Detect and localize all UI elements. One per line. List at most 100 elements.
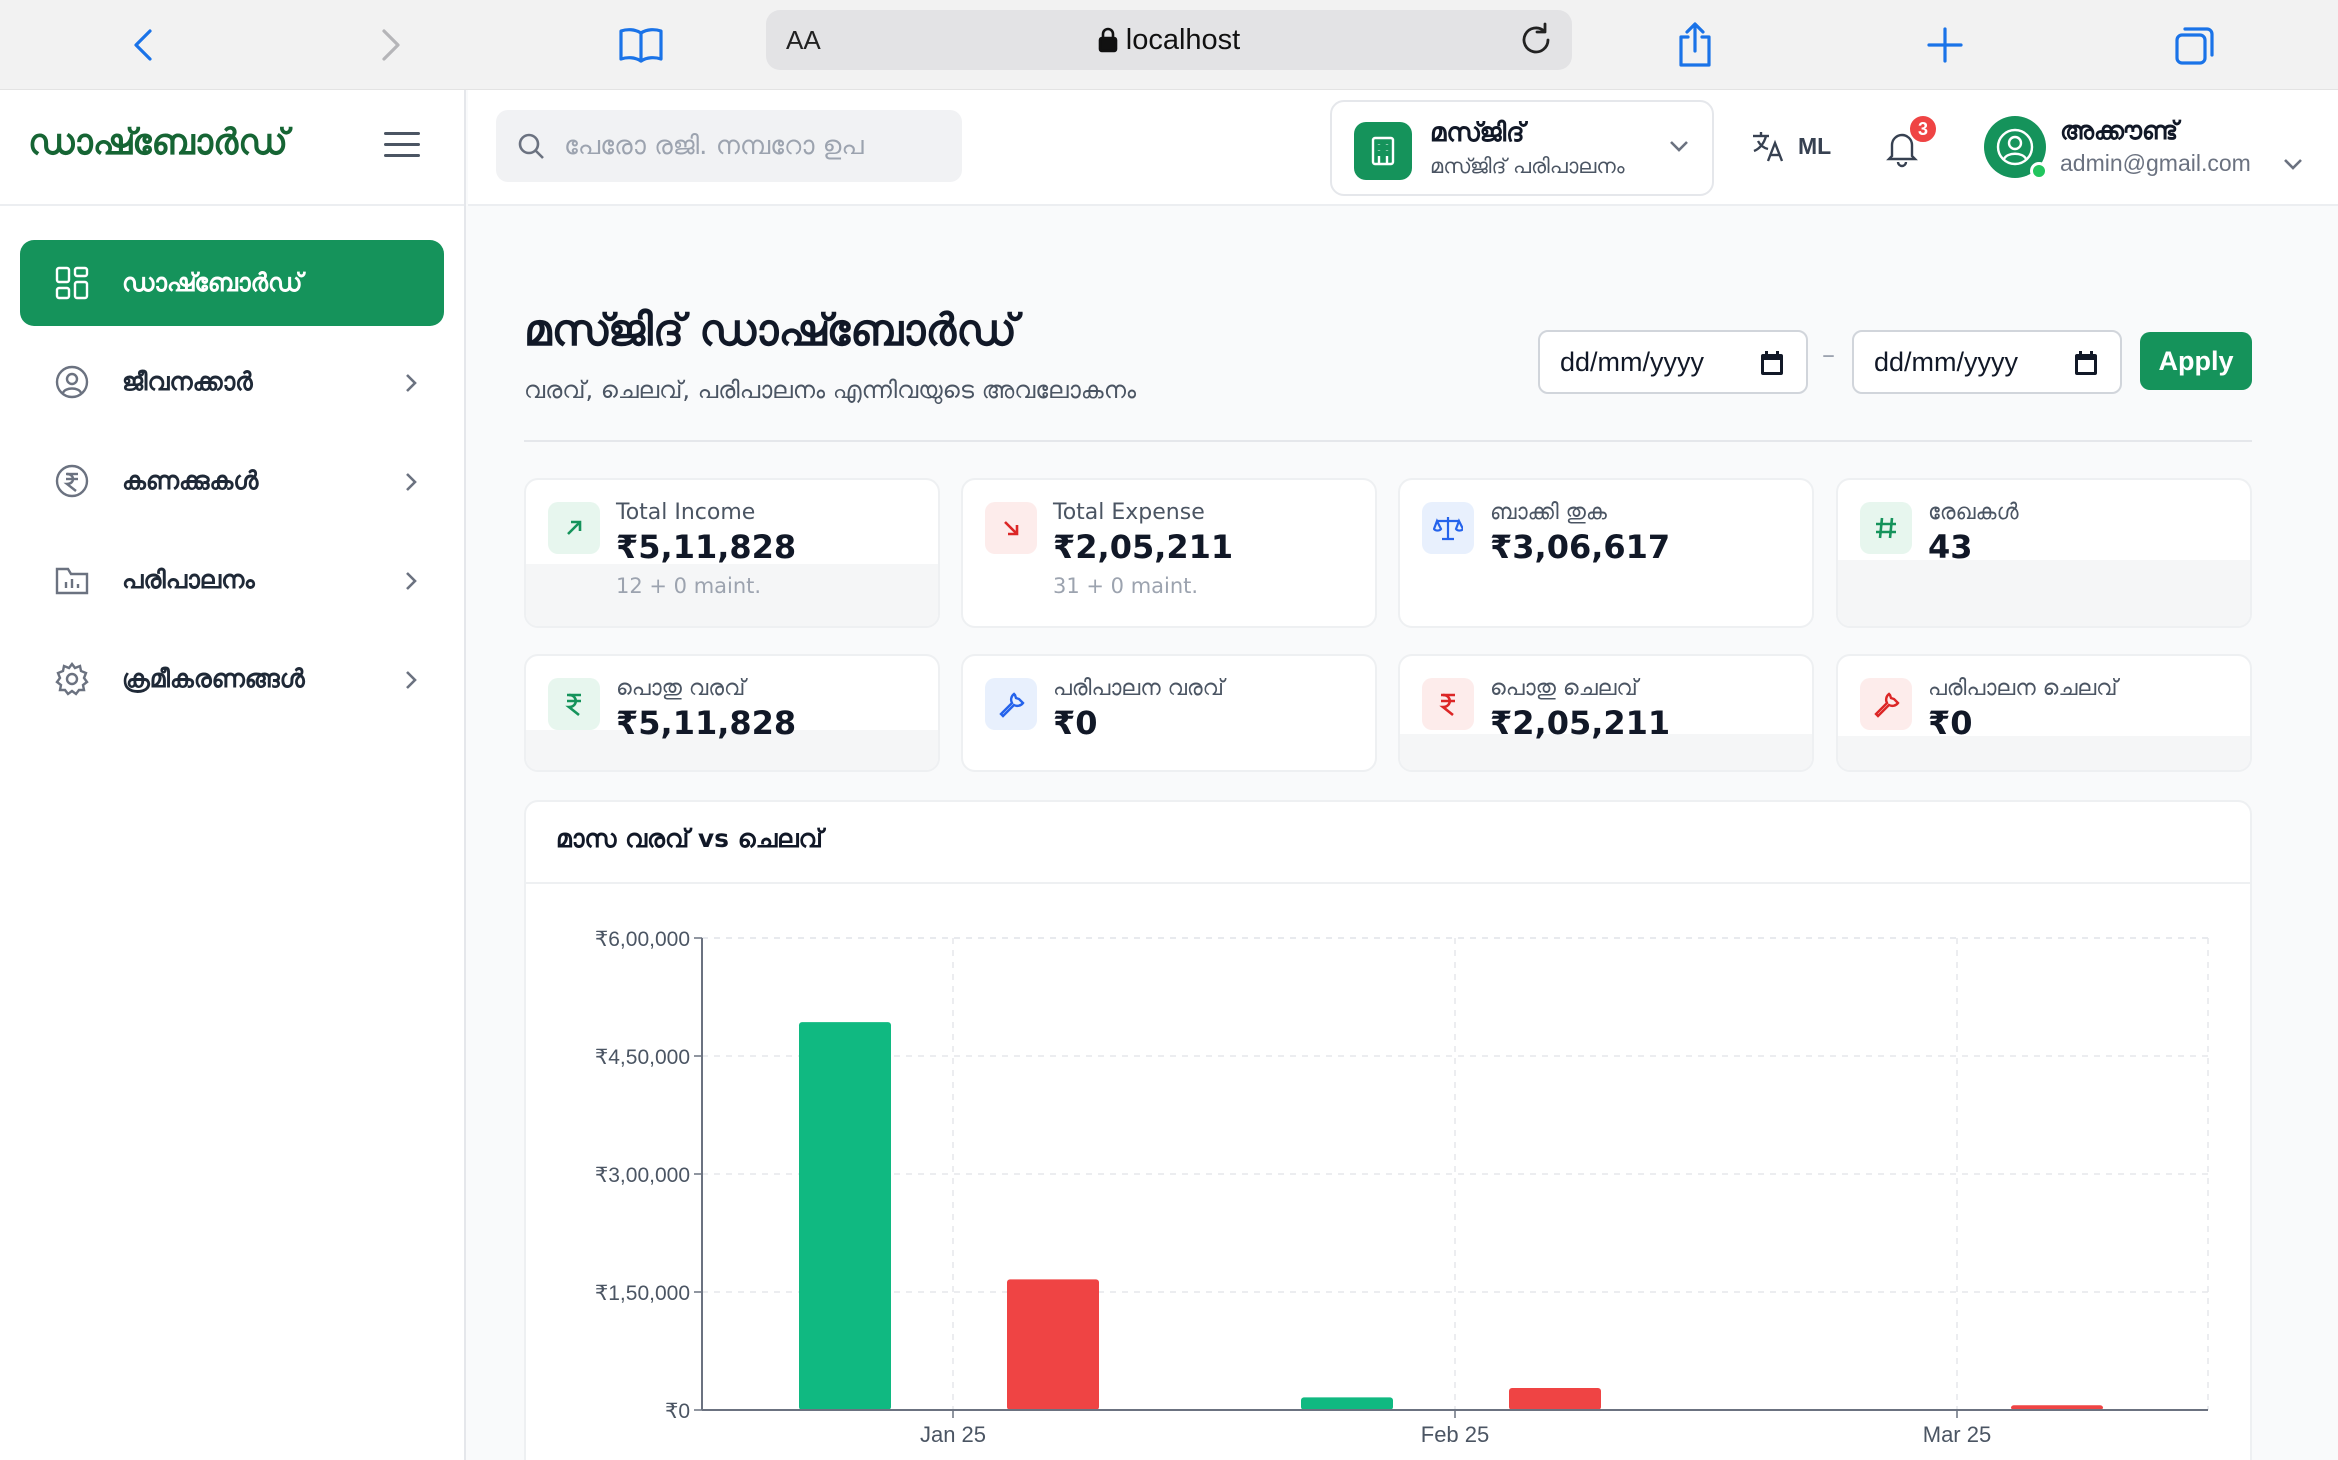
page-subtitle: വരവ്, ചെലവ്, പരിപാലനം എന്നിവയുടെ അവലോകനം <box>524 376 1137 404</box>
x-tick-label: Jan 25 <box>920 1422 986 1447</box>
building-icon <box>1354 122 1412 180</box>
sidebar-item-dashboard[interactable]: ഡാഷ്ബോർഡ് <box>20 240 444 326</box>
y-tick-label: ₹0 <box>665 1400 690 1423</box>
expense-bar <box>1007 1279 1099 1410</box>
stat-label: പരിപാലന വരവ് <box>1053 676 1224 701</box>
sidebar-item-maintenance[interactable]: പരിപാലനം <box>20 537 444 623</box>
brand-title: ഡാഷ്ബോർഡ് <box>28 122 288 163</box>
x-tick-label: Feb 25 <box>1421 1422 1490 1447</box>
stat-value: ₹5,11,828 <box>616 528 797 566</box>
stat-label: പൊതു ചെലവ് <box>1490 676 1638 701</box>
forward-icon[interactable] <box>364 18 418 72</box>
lock-icon <box>1098 27 1118 53</box>
income-bar <box>1301 1397 1393 1410</box>
sidebar-item-label: കണക്കുകൾ <box>122 466 259 495</box>
top-header: മസ്ജിദ് മസ്ജിദ് പരിപാലനം ML 3 അക്കൗണ്ട് … <box>468 90 2338 206</box>
stat-card-balance: ബാക്കി തുക ₹3,06,617 <box>1398 478 1814 628</box>
rupee-icon <box>1422 678 1474 730</box>
sidebar-item-label: ജീവനക്കാർ <box>122 367 253 396</box>
stat-note: 31 + 0 maint. <box>1053 574 1199 598</box>
language-code: ML <box>1798 132 1832 159</box>
sidebar-item-settings[interactable]: ക്രമീകരണങ്ങൾ <box>20 636 444 722</box>
new-tab-icon[interactable] <box>1918 18 1972 72</box>
url-host-text: localhost <box>1125 23 1241 56</box>
chevron-down-icon <box>1668 138 1690 157</box>
stat-card-general-income: പൊതു വരവ് ₹5,11,828 <box>524 654 940 772</box>
account-menu[interactable]: അക്കൗണ്ട് admin@gmail.com <box>1984 114 2324 184</box>
stat-card-total-income: Total Income ₹5,11,828 12 + 0 maint. <box>524 478 940 628</box>
scale-icon <box>1422 502 1474 554</box>
browser-toolbar: AA localhost <box>0 0 2338 90</box>
user-circle-icon <box>52 362 92 402</box>
online-status-dot <box>2030 162 2048 180</box>
stat-label: Total Expense <box>1053 500 1205 525</box>
y-tick-label: ₹6,00,000 <box>595 928 690 951</box>
tabs-overview-icon[interactable] <box>2168 18 2222 72</box>
sidebar-item-accounts[interactable]: കണക്കുകൾ <box>20 438 444 524</box>
stat-card-total-expense: Total Expense ₹2,05,211 31 + 0 maint. <box>961 478 1377 628</box>
chevron-right-icon <box>404 669 418 695</box>
chevron-right-icon <box>404 471 418 497</box>
stat-card-maintenance-income: പരിപാലന വരവ് ₹0 <box>961 654 1377 772</box>
stat-value: ₹5,11,828 <box>616 704 797 742</box>
hash-icon <box>1860 502 1912 554</box>
translate-icon <box>1753 132 1784 162</box>
date-to-input[interactable]: dd/mm/yyyy <box>1852 330 2122 394</box>
address-bar[interactable]: AA localhost <box>766 10 1572 70</box>
gear-icon <box>52 659 92 699</box>
search-box[interactable] <box>496 110 962 182</box>
account-name: അക്കൗണ്ട് <box>2060 116 2179 145</box>
notifications-button[interactable]: 3 <box>1882 114 1938 172</box>
search-icon <box>518 133 544 159</box>
url-host: localhost <box>766 24 1572 57</box>
chevron-down-icon <box>2282 156 2304 175</box>
org-name: മസ്ജിദ് <box>1430 118 1525 148</box>
notification-badge: 3 <box>1908 114 1938 144</box>
stat-note: 12 + 0 maint. <box>616 574 762 598</box>
grid-icon <box>52 263 92 303</box>
share-icon[interactable] <box>1668 18 1722 72</box>
date-from-value: dd/mm/yyyy <box>1560 346 1705 377</box>
date-to-value: dd/mm/yyyy <box>1874 346 2019 377</box>
sidebar-item-label: ഡാഷ്ബോർഡ് <box>122 268 303 297</box>
sidebar-item-label: ക്രമീകരണങ്ങൾ <box>122 664 305 693</box>
bookmarks-icon[interactable] <box>614 18 668 72</box>
reload-icon[interactable] <box>1518 22 1554 62</box>
language-switcher[interactable]: ML <box>1750 128 1831 164</box>
stat-value: ₹2,05,211 <box>1053 528 1234 566</box>
stat-label: പരിപാലന ചെലവ് <box>1928 676 2118 701</box>
arrow-up-right-icon <box>548 502 600 554</box>
chevron-right-icon <box>404 372 418 398</box>
menu-toggle-icon[interactable] <box>384 132 420 162</box>
divider <box>524 440 2252 442</box>
stat-label: പൊതു വരവ് <box>616 676 746 701</box>
org-switcher[interactable]: മസ്ജിദ് മസ്ജിദ് പരിപാലനം <box>1330 100 1714 196</box>
chevron-right-icon <box>404 570 418 596</box>
user-icon <box>1996 128 2034 166</box>
stat-label: Total Income <box>616 500 756 525</box>
calendar-icon[interactable] <box>1760 350 1784 376</box>
sidebar-nav: ഡാഷ്ബോർഡ് ജീവനക്കാർ കണക്കുകൾ പരിപാലനം ക്… <box>20 240 444 735</box>
bar-chart: ₹0 ₹1,50,000 ₹3,00,000 ₹4,50,000 ₹6,00,000 Ja… <box>595 928 2209 1447</box>
income-bar <box>799 1022 891 1410</box>
stat-card-records: രേഖകൾ 43 <box>1836 478 2252 628</box>
date-from-input[interactable]: dd/mm/yyyy <box>1538 330 1808 394</box>
back-icon[interactable] <box>116 18 170 72</box>
stat-label: രേഖകൾ <box>1928 500 2019 525</box>
calendar-icon[interactable] <box>2074 350 2098 376</box>
monthly-chart-card: മാസ വരവ് vs ചെലവ് ₹0 ₹1,50,000 ₹3,00,000 ₹4… <box>524 800 2252 1460</box>
expense-bar <box>1509 1387 1601 1410</box>
sidebar-item-employees[interactable]: ജീവനക്കാർ <box>20 339 444 425</box>
sidebar: ഡാഷ്ബോർഡ് ഡാഷ്ബോർഡ് ജീവനക്കാർ കണക്കുകൾ പ… <box>0 90 466 1460</box>
stat-card-general-expense: പൊതു ചെലവ് ₹2,05,211 <box>1398 654 1814 772</box>
stat-value: ₹2,05,211 <box>1490 704 1671 742</box>
rupee-icon <box>548 678 600 730</box>
stat-value: 43 <box>1928 528 1973 566</box>
search-input[interactable] <box>564 131 944 161</box>
stat-card-maintenance-expense: പരിപാലന ചെലവ് ₹0 <box>1836 654 2252 772</box>
stat-label: ബാക്കി തുക <box>1490 500 1607 525</box>
sidebar-item-label: പരിപാലനം <box>122 565 255 594</box>
folder-chart-icon <box>52 560 92 600</box>
y-tick-label: ₹4,50,000 <box>595 1046 690 1069</box>
apply-button[interactable]: Apply <box>2140 332 2252 390</box>
